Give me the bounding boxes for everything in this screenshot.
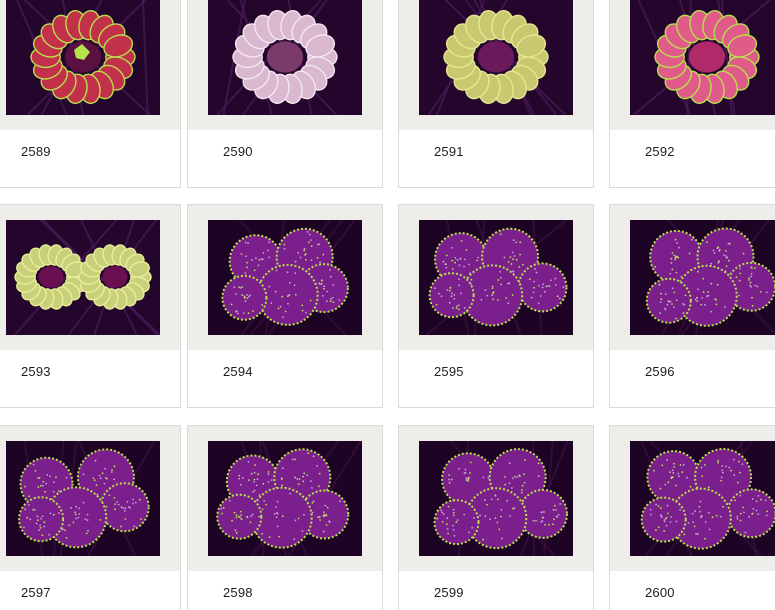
item-number-label[interactable]: 2595: [434, 364, 464, 379]
thumbnail-frame: [0, 425, 181, 572]
item-number-label[interactable]: 2589: [21, 144, 51, 159]
coral-photo[interactable]: [208, 0, 362, 115]
caption-box: 2590: [187, 130, 383, 188]
item-number-label[interactable]: 2592: [645, 144, 675, 159]
item-number-label[interactable]: 2594: [223, 364, 253, 379]
thumbnail-frame: [609, 425, 775, 572]
thumbnail-frame: [398, 0, 594, 131]
coral-photo[interactable]: [6, 0, 160, 115]
thumbnail-frame: [0, 204, 181, 351]
item-number-label[interactable]: 2590: [223, 144, 253, 159]
caption-box: 2591: [398, 130, 594, 188]
item-number-label[interactable]: 2600: [645, 585, 675, 600]
item-number-label[interactable]: 2593: [21, 364, 51, 379]
coral-photo[interactable]: [419, 0, 573, 115]
caption-box: 2592: [609, 130, 775, 188]
thumbnail-frame: [609, 0, 775, 131]
item-number-label[interactable]: 2591: [434, 144, 464, 159]
thumbnail-frame: [187, 425, 383, 572]
caption-box: 2594: [187, 350, 383, 408]
coral-photo[interactable]: [419, 220, 573, 335]
thumbnail-frame: [398, 425, 594, 572]
coral-photo[interactable]: [630, 0, 775, 115]
thumbnail-frame: [398, 204, 594, 351]
item-number-label[interactable]: 2599: [434, 585, 464, 600]
thumbnail-frame: [609, 204, 775, 351]
item-number-label[interactable]: 2597: [21, 585, 51, 600]
coral-photo[interactable]: [6, 441, 160, 556]
thumbnail-frame: [187, 0, 383, 131]
coral-photo[interactable]: [6, 220, 160, 335]
item-number-label[interactable]: 2596: [645, 364, 675, 379]
caption-box: 2598: [187, 571, 383, 610]
caption-box: 2595: [398, 350, 594, 408]
caption-box: 2589: [0, 130, 181, 188]
caption-box: 2593: [0, 350, 181, 408]
caption-box: 2600: [609, 571, 775, 610]
thumbnail-frame: [187, 204, 383, 351]
thumbnail-grid: 2589 2590 2591 2592 2593 2594 2595 2596 2597 2598…: [0, 0, 775, 610]
coral-photo[interactable]: [208, 441, 362, 556]
thumbnail-frame: [0, 0, 181, 131]
coral-photo[interactable]: [630, 220, 775, 335]
caption-box: 2596: [609, 350, 775, 408]
coral-photo[interactable]: [630, 441, 775, 556]
coral-photo[interactable]: [419, 441, 573, 556]
coral-photo[interactable]: [208, 220, 362, 335]
caption-box: 2597: [0, 571, 181, 610]
item-number-label[interactable]: 2598: [223, 585, 253, 600]
caption-box: 2599: [398, 571, 594, 610]
